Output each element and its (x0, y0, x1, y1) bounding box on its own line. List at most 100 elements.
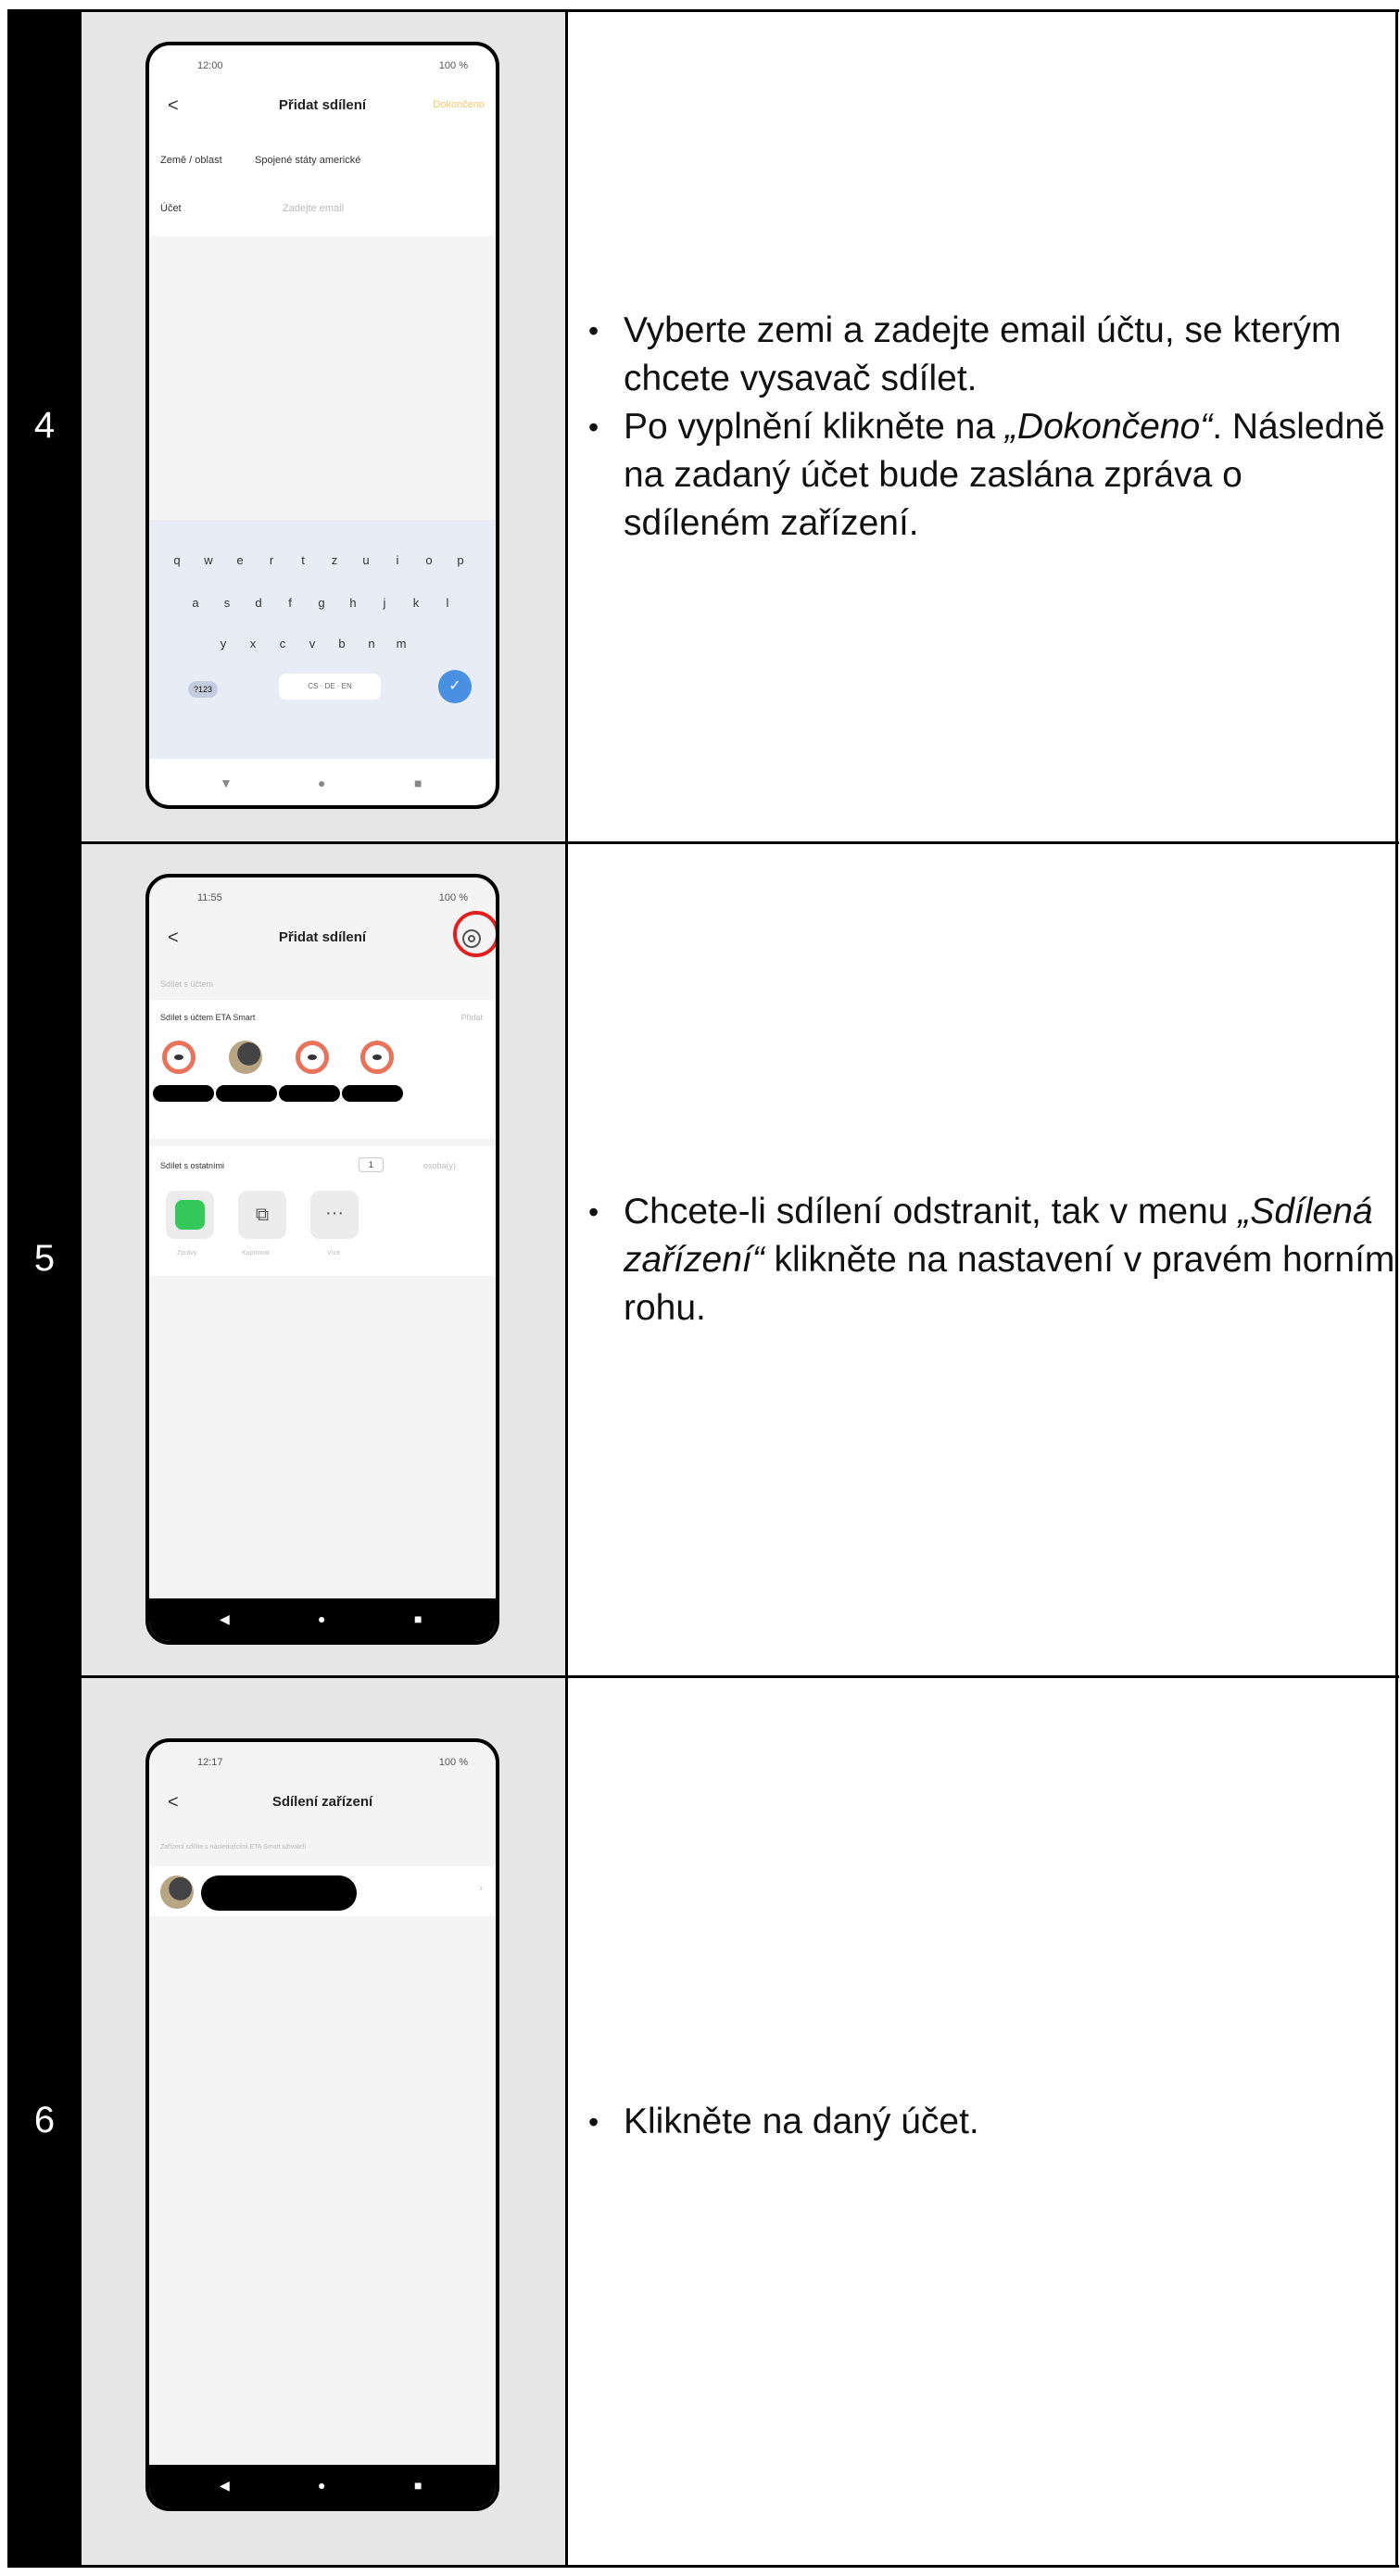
keyboard-key[interactable]: h (344, 596, 362, 610)
keyboard-key[interactable]: i (388, 553, 407, 567)
keyboard-key[interactable]: b (333, 637, 351, 650)
keyboard-key[interactable]: v (303, 637, 322, 650)
redacted-name (279, 1085, 340, 1102)
user-avatar[interactable] (296, 1041, 329, 1074)
keyboard-key[interactable]: p (451, 553, 470, 567)
keyboard-key[interactable]: u (357, 553, 375, 567)
redacted-name (216, 1085, 277, 1102)
table-bottom-border (7, 2565, 1399, 2568)
redacted-name (153, 1085, 214, 1102)
user-avatar[interactable] (360, 1041, 394, 1074)
messages-share-icon[interactable] (166, 1191, 214, 1239)
app-header: < Sdílení zařízení (149, 1788, 496, 1822)
keyboard-key[interactable]: a (186, 596, 205, 610)
keyboard-mode-key[interactable]: ?123 (188, 681, 219, 698)
share-account-card: Sdílet s účtem ETA Smart Přidat (149, 1000, 496, 1139)
app-header: < Přidat sdílení (149, 911, 496, 957)
redacted-name (342, 1085, 403, 1102)
shared-user-row[interactable]: › (149, 1866, 496, 1916)
nav-recent-icon[interactable]: ■ (414, 776, 422, 790)
nav-home-icon[interactable]: ● (318, 776, 325, 790)
bullet: • (588, 1194, 599, 1229)
keyboard-key[interactable]: l (438, 596, 457, 610)
add-link[interactable]: Přidat (460, 1013, 483, 1022)
user-avatar[interactable] (229, 1041, 262, 1074)
instruction-cell: • Chcete-li sdílení odstranit, tak v menu… (568, 844, 1395, 1675)
keyboard-key[interactable]: z (325, 553, 344, 567)
account-email-input[interactable]: Zadejte email (283, 203, 344, 214)
done-button[interactable]: Dokončeno (433, 99, 485, 110)
keyboard-key[interactable]: o (420, 553, 438, 567)
share-with-label: Sdílet s účtem ETA Smart (160, 1013, 256, 1022)
keyboard-key[interactable]: n (362, 637, 381, 650)
instruction-list: • Klikněte na daný účet. (568, 2098, 1395, 2146)
share-others-card: Sdílet s ostatními 1 osoba(y) ⧉ ··· Zprá… (149, 1146, 496, 1276)
chevron-right-icon: › (479, 1883, 483, 1894)
status-bar: 12:17 100 % (149, 1757, 496, 1775)
nav-home-icon[interactable]: ● (318, 1611, 325, 1626)
keyboard-key[interactable]: f (281, 596, 299, 610)
more-icon[interactable]: ··· (310, 1191, 359, 1239)
status-bar: 12:00 100 % (149, 60, 496, 79)
bullet: • (588, 410, 599, 444)
bullet: • (588, 313, 599, 347)
bullet: • (588, 2104, 599, 2139)
instruction-cell: • Vyberte zemi a zadejte email účtu, se k… (568, 12, 1395, 841)
onscreen-keyboard[interactable]: qwertzuiop asdfghjkl yxcvbnm ?123 CS · D… (149, 520, 496, 759)
highlight-circle (453, 911, 496, 957)
redacted-name (201, 1875, 357, 1911)
instruction-text: Vyberte zemi a zadejte email účtu, se kt… (624, 309, 1342, 398)
nav-back-icon[interactable]: ◀ (220, 2478, 230, 2494)
keyboard-key[interactable]: q (168, 553, 186, 567)
keyboard-key[interactable]: d (249, 596, 268, 610)
keyboard-key[interactable]: s (218, 596, 236, 610)
instruction-emphasis: „Dokončeno“ (1004, 406, 1213, 447)
android-nav-bar: ◀ ● ■ (149, 1598, 496, 1641)
keyboard-key[interactable]: e (231, 553, 249, 567)
screen-title: Sdílení zařízení (271, 1794, 373, 1810)
country-label: Země / oblast (160, 155, 222, 166)
confirm-key-icon[interactable]: ✓ (438, 670, 472, 703)
battery-level: 100 % (438, 60, 468, 71)
nav-back-icon[interactable]: ◀ (220, 1611, 230, 1627)
app-header: < Přidat sdílení Dokončeno (149, 92, 496, 125)
space-key[interactable]: CS · DE · EN (279, 674, 381, 700)
keyboard-key[interactable]: y (214, 637, 233, 650)
android-nav-bar: ▼ ● ■ (149, 763, 496, 805)
copy-icon[interactable]: ⧉ (238, 1191, 286, 1239)
step-number-column (7, 9, 82, 2568)
account-label: Účet (160, 203, 182, 214)
share-others-label: Sdílet s ostatními (160, 1161, 225, 1170)
instruction-list: • Vyberte zemi a zadejte email účtu, se k… (568, 307, 1395, 548)
instruction-text: Po vyplnění klikněte na (624, 406, 1005, 447)
nav-home-icon[interactable]: ● (318, 2478, 325, 2493)
instruction-cell: • Klikněte na daný účet. (568, 1678, 1395, 2565)
instruction-list: • Chcete-li sdílení odstranit, tak v menu… (568, 1188, 1395, 1332)
keyboard-key[interactable]: m (392, 637, 410, 650)
instruction-item: • Klikněte na daný účet. (588, 2098, 1395, 2146)
count-input[interactable]: 1 (359, 1157, 385, 1172)
battery-level: 100 % (438, 1757, 468, 1768)
status-time: 12:17 (197, 1757, 223, 1768)
user-avatar[interactable] (162, 1041, 195, 1074)
keyboard-key[interactable]: t (294, 553, 312, 567)
keyboard-key[interactable]: r (262, 553, 281, 567)
instruction-item: • Chcete-li sdílení odstranit, tak v menu… (588, 1188, 1395, 1332)
step-number: 5 (33, 1238, 56, 1279)
nav-hide-icon[interactable]: ▼ (220, 776, 233, 790)
keyboard-key[interactable]: g (312, 596, 331, 610)
instruction-item: • Po vyplnění klikněte na „Dokončeno“. Ná… (588, 403, 1395, 548)
nav-recent-icon[interactable]: ■ (414, 2478, 422, 2493)
instruction-text: Chcete-li sdílení odstranit, tak v menu (624, 1191, 1239, 1231)
nav-recent-icon[interactable]: ■ (414, 1611, 422, 1626)
country-select[interactable]: Spojené státy americké (255, 155, 360, 166)
phone-screenshot: 12:17 100 % < Sdílení zařízení Zařízení … (145, 1738, 499, 2511)
keyboard-key[interactable]: x (244, 637, 262, 650)
empty-area (149, 236, 496, 520)
keyboard-key[interactable]: k (407, 596, 425, 610)
keyboard-key[interactable]: c (273, 637, 292, 650)
keyboard-key[interactable]: w (199, 553, 218, 567)
status-bar: 11:55 100 % (149, 892, 496, 911)
form-section: Země / oblast Spojené státy americké Úče… (149, 134, 496, 236)
keyboard-key[interactable]: j (375, 596, 394, 610)
